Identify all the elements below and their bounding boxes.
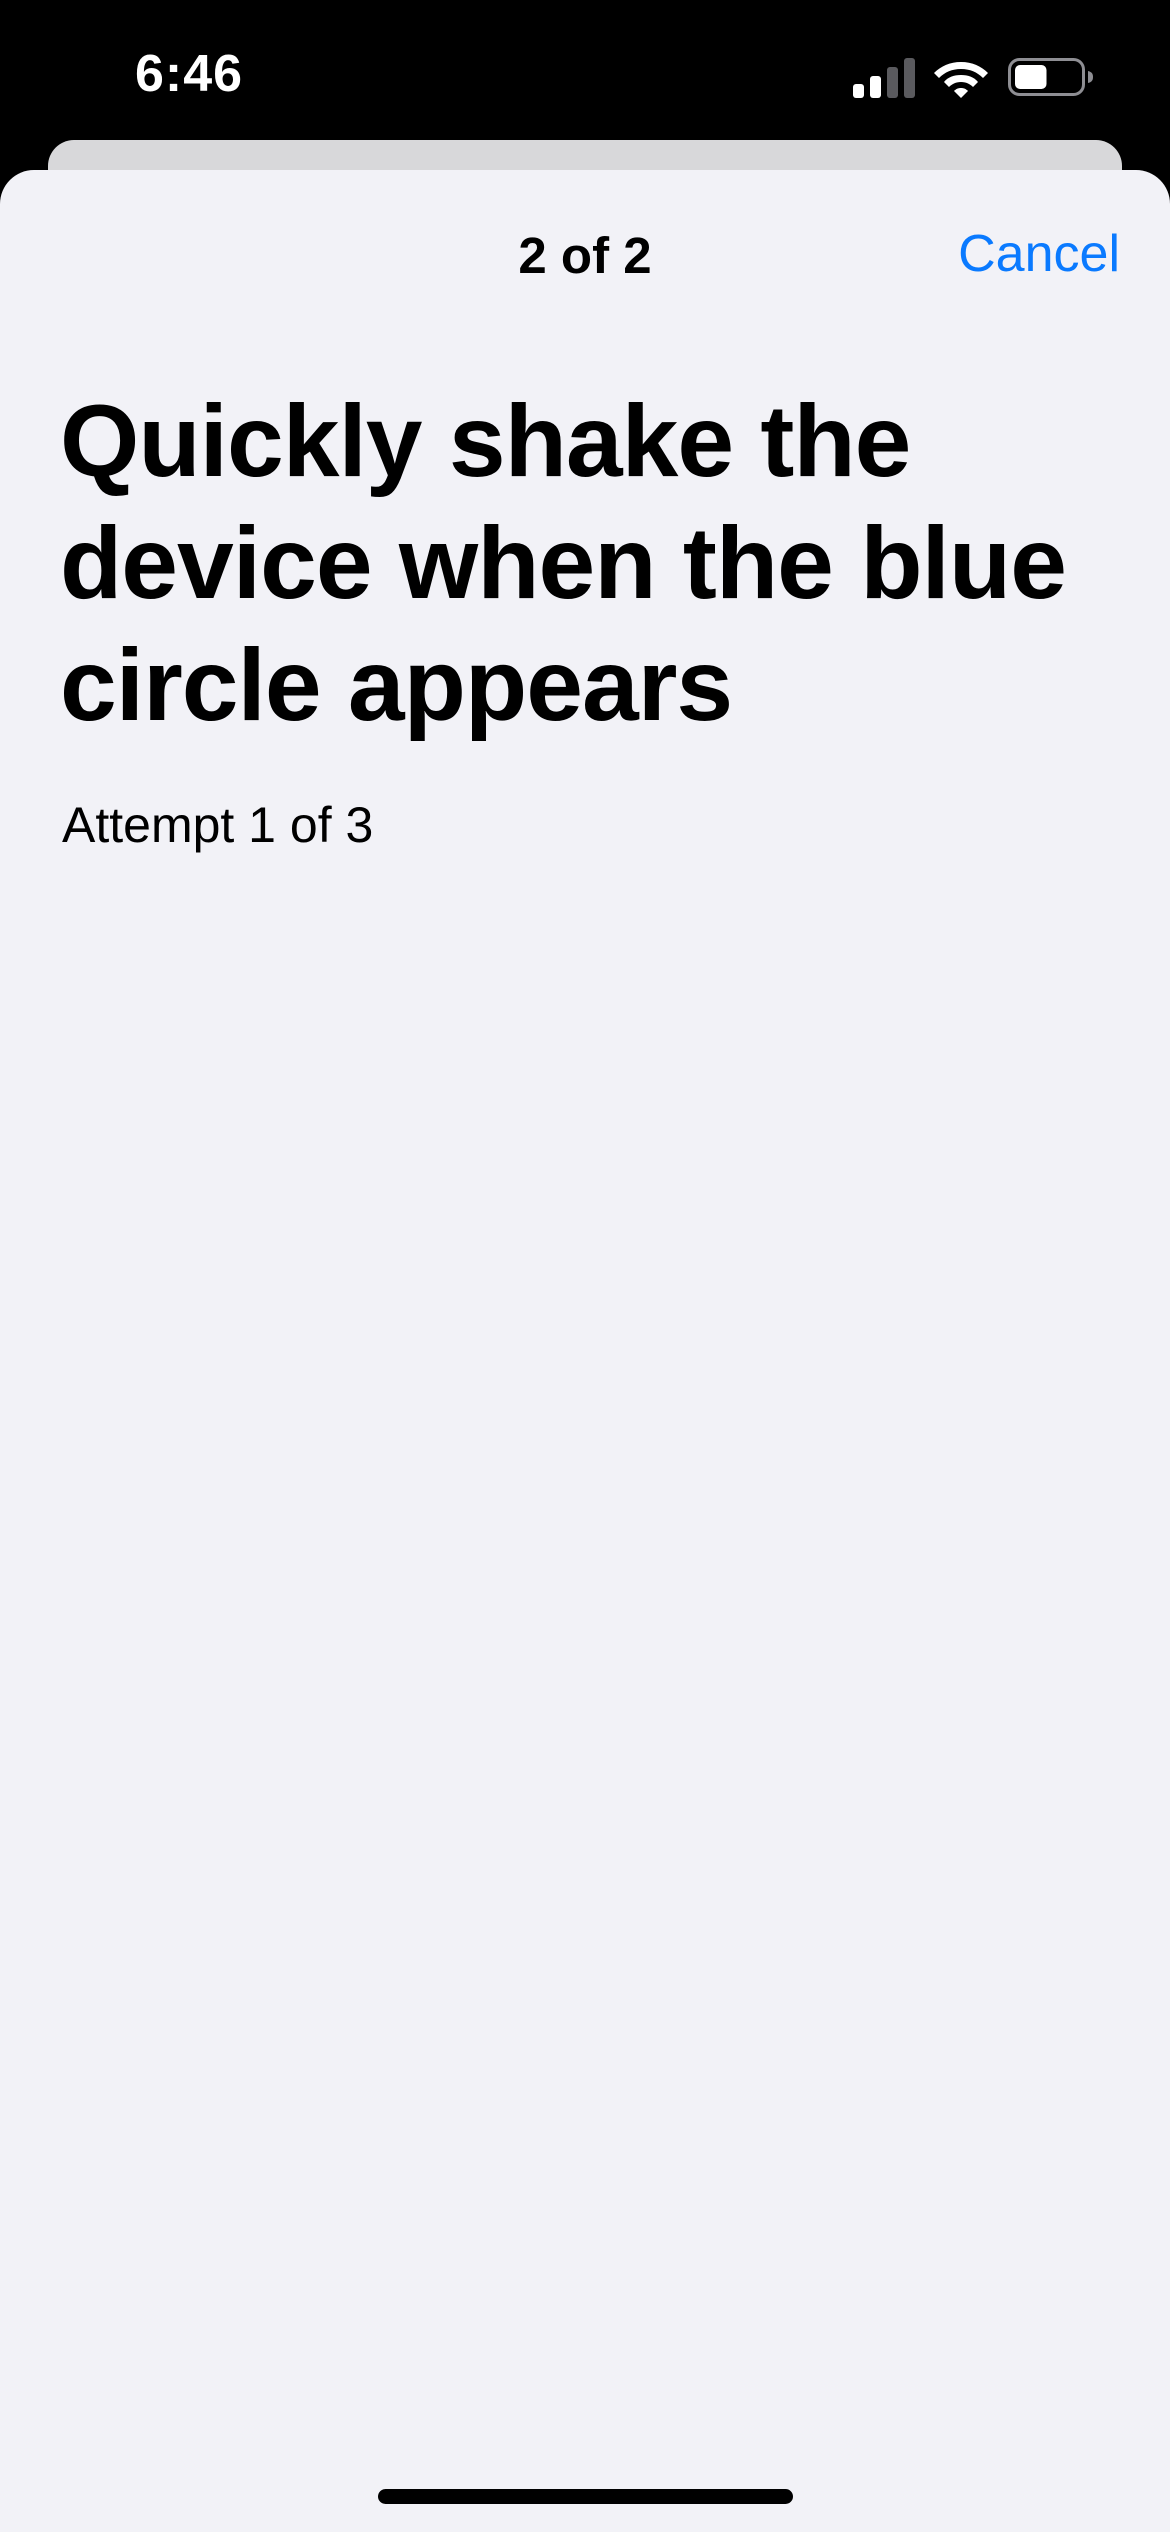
status-bar: 6:46 xyxy=(0,0,1170,140)
status-time: 6:46 xyxy=(135,45,244,103)
instruction-heading: Quickly shake the device when the blue c… xyxy=(60,384,1067,742)
attempt-counter: Attempt 1 of 3 xyxy=(62,797,374,853)
wifi-icon xyxy=(934,62,988,98)
screen: 6:46 2 of 2 Cancel Quickly shake the dev… xyxy=(0,0,1170,2532)
cancel-button[interactable]: Cancel xyxy=(958,224,1120,284)
cellular-signal-icon xyxy=(853,58,915,98)
home-indicator[interactable] xyxy=(378,2489,793,2504)
modal-sheet: 2 of 2 Cancel Quickly shake the device w… xyxy=(0,170,1170,2532)
battery-icon xyxy=(1008,58,1093,96)
